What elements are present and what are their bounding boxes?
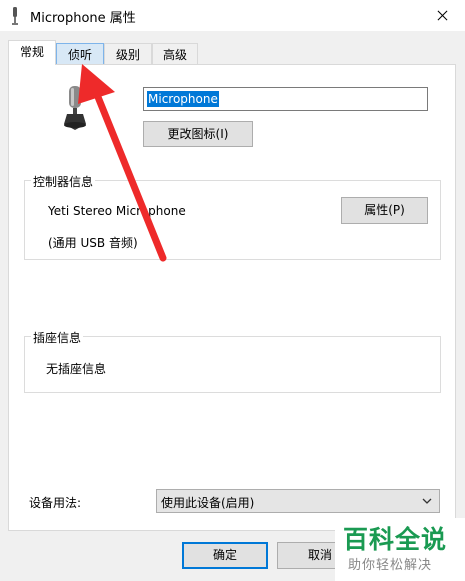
watermark-subtitle: 助你轻松解决 (348, 558, 433, 573)
tab-levels-label: 级别 (115, 48, 140, 62)
microphone-small-icon (12, 7, 18, 25)
device-usage-dropdown[interactable]: 使用此设备(启用) (156, 489, 440, 513)
properties-label: 属性(P) (364, 203, 405, 217)
window-title: Microphone 属性 (30, 11, 136, 26)
tab-listen[interactable]: 侦听 (56, 43, 104, 65)
tab-general-label: 常规 (19, 45, 44, 59)
device-name-field[interactable]: Microphone (143, 87, 428, 111)
controller-device-name: Yeti Stereo Microphone (48, 204, 186, 218)
device-usage-value: 使用此设备(启用) (161, 496, 255, 510)
microphone-icon (64, 86, 86, 130)
cancel-label: 取消 (307, 548, 332, 562)
controller-info-heading: 控制器信息 (31, 173, 96, 190)
controller-bus-type: (通用 USB 音频) (48, 236, 138, 250)
device-usage-label: 设备用法: (29, 496, 82, 510)
jack-info-text: 无插座信息 (46, 362, 107, 376)
watermark: 百科全说 助你轻松解决 (335, 518, 465, 581)
ok-button[interactable]: 确定 (182, 542, 268, 569)
ok-label: 确定 (212, 548, 237, 562)
tab-advanced-label: 高级 (162, 48, 187, 62)
tab-levels[interactable]: 级别 (104, 43, 152, 65)
tab-advanced[interactable]: 高级 (152, 43, 198, 65)
tab-listen-label: 侦听 (67, 48, 92, 62)
chevron-down-icon (422, 498, 432, 504)
title-bar: Microphone 属性 (0, 0, 465, 31)
change-icon-button[interactable]: 更改图标(I) (143, 121, 253, 147)
change-icon-label: 更改图标(I) (167, 127, 229, 141)
tab-general[interactable]: 常规 (8, 40, 56, 65)
watermark-title: 百科全说 (343, 525, 448, 554)
device-name-value: Microphone (147, 91, 219, 107)
properties-button[interactable]: 属性(P) (341, 197, 428, 224)
close-button[interactable] (419, 0, 465, 31)
jack-info-heading: 插座信息 (31, 329, 84, 346)
